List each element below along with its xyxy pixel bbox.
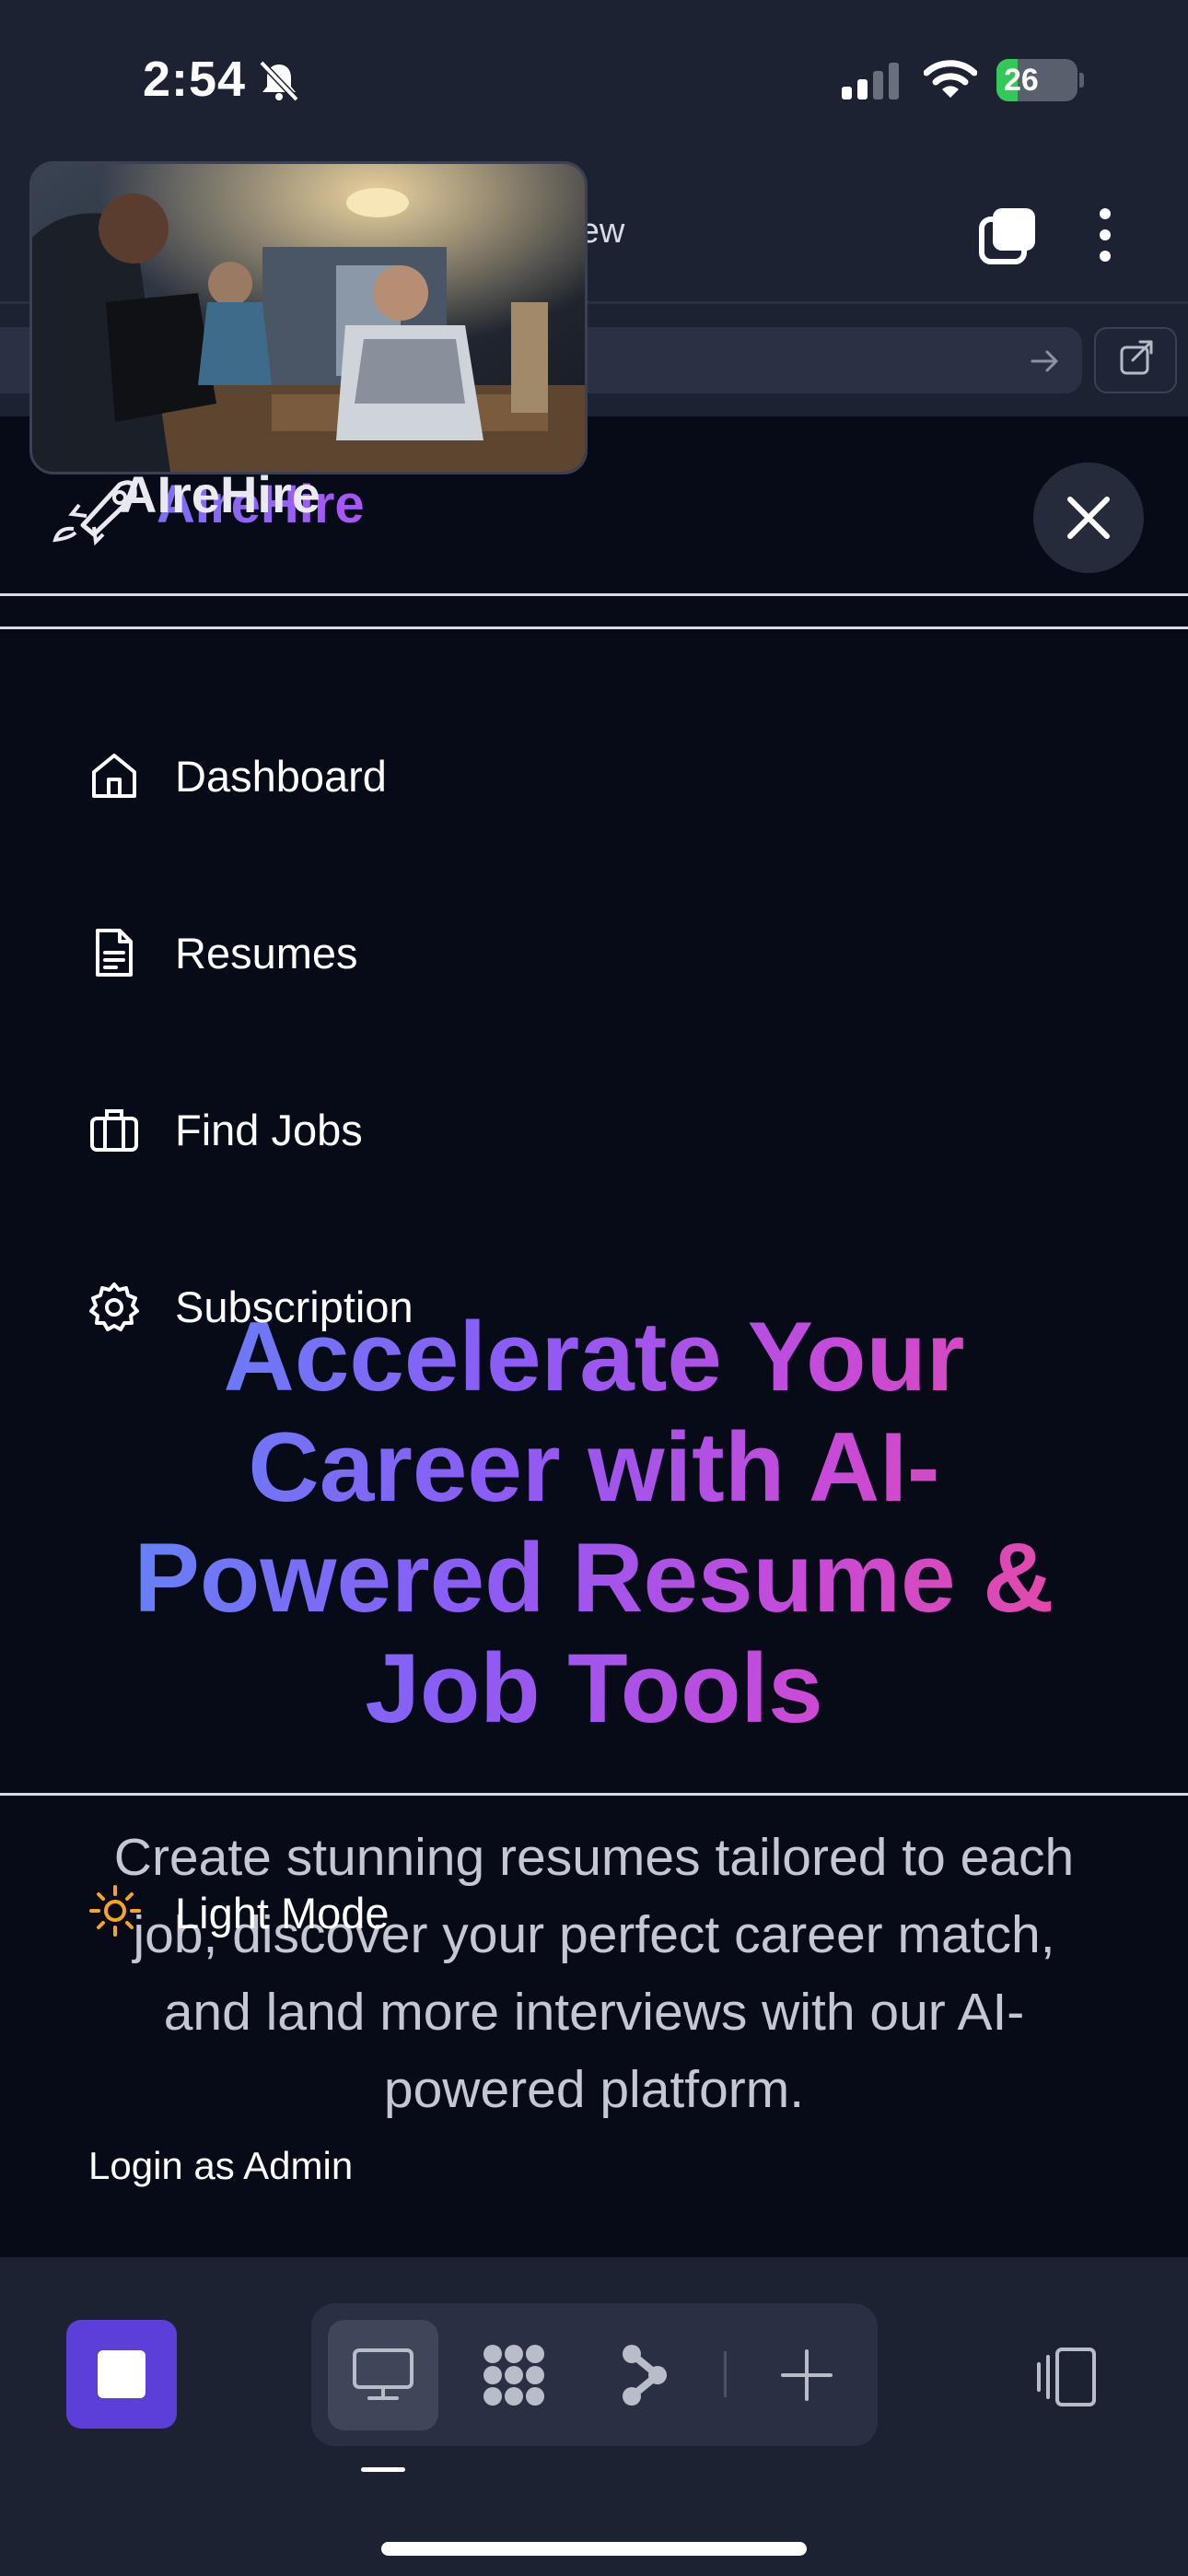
status-bar: 2:54 26 — [0, 0, 1188, 161]
active-tab-indicator — [361, 2467, 405, 2472]
signal-icon — [840, 63, 901, 104]
status-time: 2:54 — [143, 52, 247, 107]
menu-item-subscription[interactable]: Subscription — [88, 1270, 413, 1343]
briefcase-icon — [88, 1102, 144, 1157]
external-link-icon[interactable] — [1094, 327, 1177, 393]
grid-icon[interactable] — [459, 2320, 569, 2430]
hero-title: Accelerate Your Career with AI-Powered R… — [74, 1301, 1114, 1743]
more-icon[interactable] — [1087, 203, 1124, 267]
menu-label-subscription: Subscription — [175, 1282, 413, 1331]
home-icon — [88, 748, 144, 803]
theme-label: Light Mode — [175, 1889, 390, 1938]
tabs-icon[interactable] — [976, 203, 1041, 267]
gear-icon — [88, 1279, 144, 1334]
close-icon[interactable] — [1033, 463, 1144, 573]
plus-icon[interactable] — [751, 2320, 862, 2430]
web-content: AIreHire AIreHire Accelerate Your Career… — [0, 416, 1188, 2257]
nav-divider-second — [0, 626, 1188, 629]
menu-label-dashboard: Dashboard — [175, 751, 387, 801]
menu-divider-bottom — [0, 1793, 1188, 1796]
wifi-icon — [923, 59, 978, 104]
picture-in-picture-video[interactable] — [29, 161, 588, 474]
document-icon — [88, 925, 144, 980]
menu-item-resumes[interactable]: Resumes — [88, 916, 358, 989]
battery-icon: 26 — [996, 59, 1085, 101]
hero-subtitle: Create stunning resumes tailored to each… — [113, 1828, 1075, 2119]
stop-icon[interactable] — [66, 2320, 177, 2429]
admin-login-link[interactable]: Login as Admin — [88, 2144, 353, 2188]
sun-icon — [88, 1884, 142, 1942]
battery-level: 26 — [1004, 63, 1039, 98]
menu-item-find-jobs[interactable]: Find Jobs — [88, 1093, 363, 1166]
tool-group — [311, 2303, 878, 2446]
device-toggle-icon[interactable] — [1030, 2340, 1103, 2414]
menu-label-find-jobs: Find Jobs — [175, 1105, 363, 1154]
home-indicator[interactable] — [381, 2542, 807, 2556]
toolbar-separator — [724, 2351, 727, 2397]
desktop-icon[interactable] — [328, 2320, 438, 2430]
nav-divider-top — [0, 593, 1188, 596]
menu-label-resumes: Resumes — [175, 928, 358, 978]
mute-icon — [256, 59, 302, 106]
arrow-right-icon[interactable] — [1027, 343, 1064, 384]
menu-item-dashboard[interactable]: Dashboard — [88, 739, 387, 813]
theme-toggle[interactable]: Light Mode — [88, 1884, 390, 1942]
flow-icon[interactable] — [589, 2320, 700, 2430]
